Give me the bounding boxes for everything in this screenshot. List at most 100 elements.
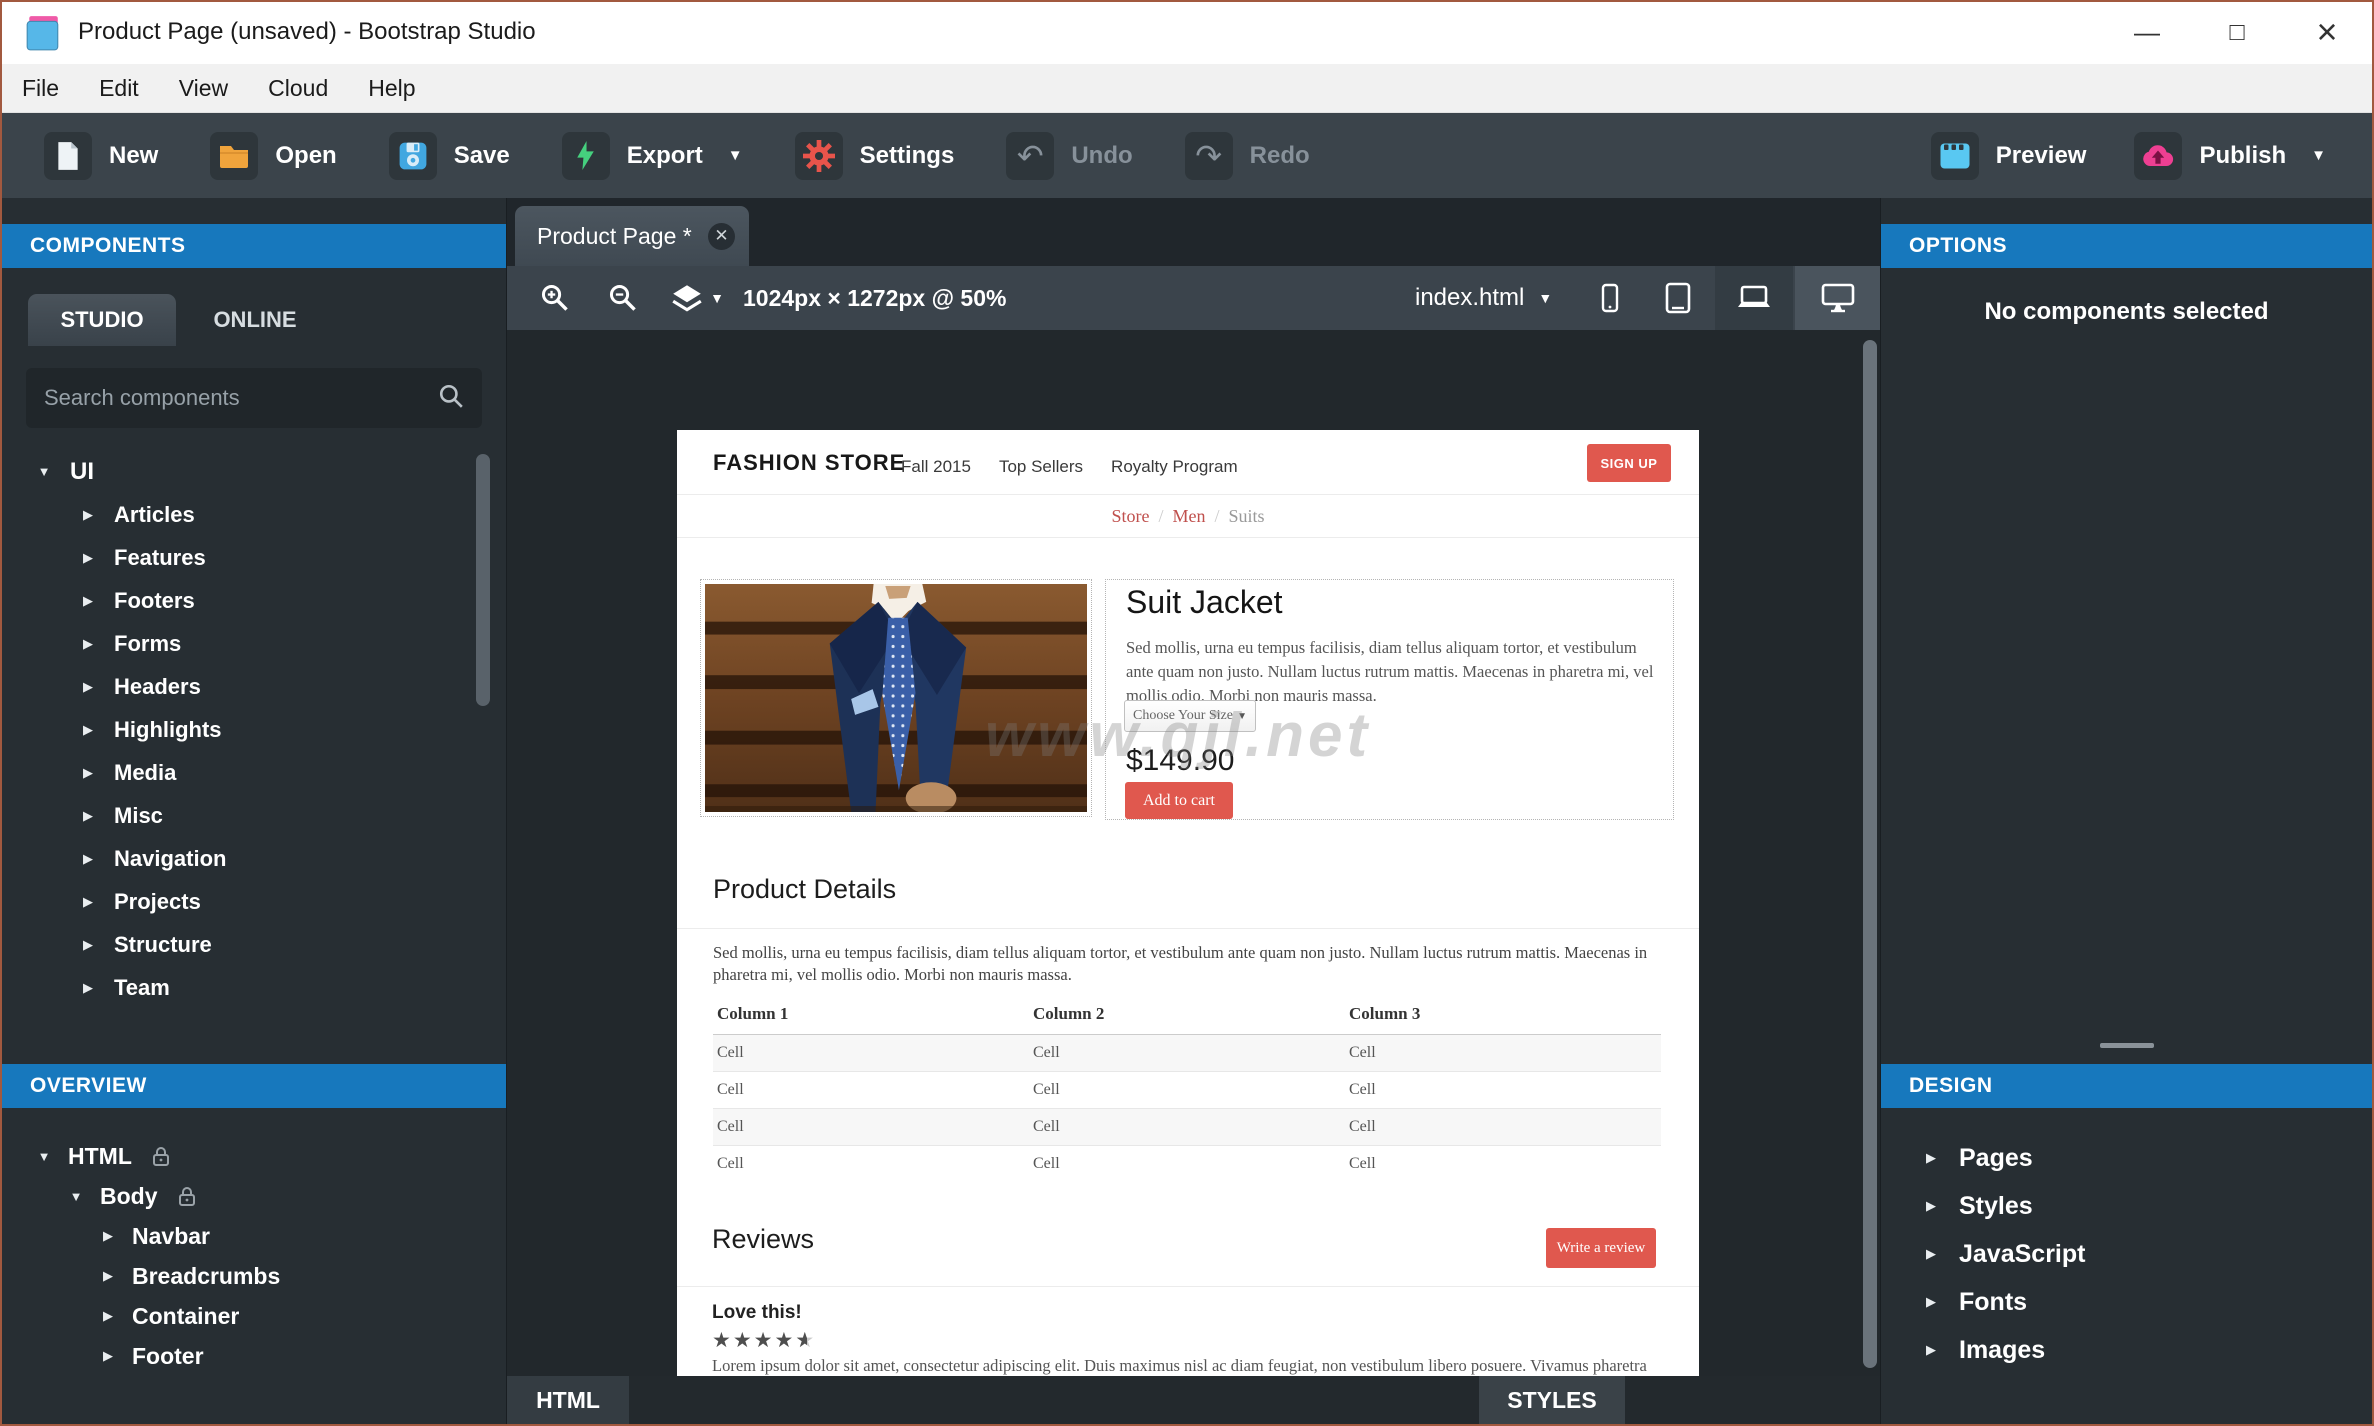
- components-tree-item[interactable]: ▶Features: [2, 536, 472, 579]
- close-button[interactable]: ×: [2290, 2, 2364, 62]
- chevron-right-icon: ▶: [80, 679, 96, 695]
- overview-tree: ▼HTML▼Body▶Navbar▶Breadcrumbs▶Container▶…: [2, 1136, 506, 1376]
- device-phone-button[interactable]: [1579, 266, 1641, 330]
- overview-item[interactable]: ▶Container: [2, 1296, 506, 1336]
- chevron-right-icon: ▶: [80, 507, 96, 523]
- components-tree-item[interactable]: ▶Team: [2, 966, 472, 1009]
- device-laptop-button[interactable]: [1715, 266, 1793, 330]
- components-tree-item[interactable]: ▶Footers: [2, 579, 472, 622]
- chevron-right-icon: ▶: [80, 636, 96, 652]
- canvas-scrollbar[interactable]: [1863, 340, 1877, 1368]
- zoom-out-button[interactable]: [601, 266, 645, 330]
- tab-online[interactable]: ONLINE: [194, 294, 316, 346]
- table-cell: Cell: [713, 1035, 1029, 1072]
- search-input[interactable]: Search components: [26, 368, 482, 428]
- chevron-down-icon: ▼: [2311, 147, 2326, 164]
- page-nav-link[interactable]: Royalty Program: [1111, 457, 1238, 477]
- page-nav-link[interactable]: Fall 2015: [901, 457, 971, 477]
- preview-button[interactable]: Preview: [1931, 132, 2087, 180]
- layers-button[interactable]: [665, 266, 709, 330]
- design-item-pages[interactable]: ▶Pages: [1881, 1134, 2372, 1182]
- device-desktop-button[interactable]: [1795, 266, 1880, 330]
- open-button[interactable]: Open: [210, 132, 336, 180]
- table-row: CellCellCell: [713, 1109, 1661, 1146]
- html-editor-button[interactable]: HTML: [507, 1376, 629, 1424]
- chevron-right-icon: ▶: [100, 1228, 116, 1244]
- bottom-bar: HTML STYLES: [507, 1376, 1880, 1424]
- product-title: Suit Jacket: [1126, 584, 1283, 621]
- overview-item[interactable]: ▶Breadcrumbs: [2, 1256, 506, 1296]
- design-canvas[interactable]: FASHION STORE Fall 2015 Top Sellers Royalt…: [507, 330, 1880, 1376]
- design-item-styles[interactable]: ▶Styles: [1881, 1182, 2372, 1230]
- components-panel: COMPONENTS STUDIO ONLINE Search componen…: [2, 198, 507, 1424]
- menu-item-edit[interactable]: Edit: [99, 75, 139, 102]
- new-button[interactable]: New: [44, 132, 158, 180]
- document-tab[interactable]: Product Page * ✕: [515, 206, 749, 266]
- styles-editor-button[interactable]: STYLES: [1479, 1376, 1625, 1424]
- design-item-javascript[interactable]: ▶JavaScript: [1881, 1230, 2372, 1278]
- components-tree-item[interactable]: ▶Media: [2, 751, 472, 794]
- components-tree-item[interactable]: ▶Projects: [2, 880, 472, 923]
- components-tree-item[interactable]: ▶Articles: [2, 493, 472, 536]
- add-to-cart-button[interactable]: Add to cart: [1125, 782, 1233, 819]
- menu-item-file[interactable]: File: [22, 75, 59, 102]
- search-icon: [438, 383, 464, 414]
- components-scrollbar[interactable]: [476, 454, 490, 706]
- reviews-heading: Reviews: [712, 1224, 814, 1255]
- file-selector[interactable]: index.html ▼: [1415, 266, 1552, 330]
- components-tree-item[interactable]: ▶Headers: [2, 665, 472, 708]
- redo-button[interactable]: ↷ Redo: [1185, 132, 1310, 180]
- divider: [677, 494, 1699, 495]
- save-button[interactable]: Save: [389, 132, 510, 180]
- overview-item[interactable]: ▼HTML: [2, 1136, 506, 1176]
- chevron-right-icon: ▶: [100, 1308, 116, 1324]
- star-half-icon: ★★: [795, 1328, 816, 1353]
- design-item-fonts[interactable]: ▶Fonts: [1881, 1278, 2372, 1326]
- components-tree-item[interactable]: ▶Misc: [2, 794, 472, 837]
- components-tree-root[interactable]: ▼ UI: [2, 450, 472, 493]
- tab-close-icon[interactable]: ✕: [708, 223, 735, 250]
- settings-button[interactable]: Settings: [795, 132, 955, 180]
- menu-item-help[interactable]: Help: [368, 75, 415, 102]
- chevron-right-icon: ▶: [80, 808, 96, 824]
- cloud-upload-icon: [2134, 132, 2182, 180]
- chevron-down-icon: ▼: [36, 464, 52, 479]
- minimize-button[interactable]: —: [2110, 2, 2184, 62]
- zoom-in-button[interactable]: [533, 266, 577, 330]
- size-select[interactable]: Choose Your Size ▼: [1124, 700, 1256, 732]
- panel-resize-handle[interactable]: [2100, 1043, 2154, 1048]
- publish-button[interactable]: Publish ▼: [2134, 132, 2326, 180]
- table-cell: Cell: [1345, 1035, 1661, 1072]
- overview-item[interactable]: ▶Navbar: [2, 1216, 506, 1256]
- export-button[interactable]: Export ▼: [562, 132, 743, 180]
- write-review-button[interactable]: Write a review: [1546, 1228, 1656, 1268]
- menu-item-view[interactable]: View: [179, 75, 228, 102]
- components-tree-item[interactable]: ▶Highlights: [2, 708, 472, 751]
- menu-item-cloud[interactable]: Cloud: [268, 75, 328, 102]
- review-title: Love this!: [712, 1302, 802, 1324]
- star-full-icon: ★: [774, 1329, 795, 1352]
- search-placeholder: Search components: [44, 385, 438, 411]
- page-brand[interactable]: FASHION STORE: [713, 450, 905, 476]
- signup-button[interactable]: SIGN UP: [1587, 444, 1671, 482]
- device-tablet-button[interactable]: [1645, 266, 1711, 330]
- menu-bar: File Edit View Cloud Help: [2, 64, 2372, 113]
- undo-button[interactable]: ↶ Undo: [1006, 132, 1132, 180]
- overview-item[interactable]: ▼Body: [2, 1176, 506, 1216]
- tab-studio[interactable]: STUDIO: [28, 294, 176, 346]
- maximize-button[interactable]: □: [2200, 2, 2274, 62]
- design-item-images[interactable]: ▶Images: [1881, 1326, 2372, 1374]
- components-tree-item[interactable]: ▶Navigation: [2, 837, 472, 880]
- components-tree-item[interactable]: ▶Forms: [2, 622, 472, 665]
- breadcrumb-item[interactable]: Store: [1111, 506, 1149, 526]
- lock-icon: [152, 1146, 170, 1167]
- overview-panel-header: OVERVIEW: [2, 1064, 506, 1108]
- page-nav-link[interactable]: Top Sellers: [999, 457, 1083, 477]
- product-image[interactable]: [700, 579, 1092, 817]
- chevron-right-icon: ▶: [100, 1348, 116, 1364]
- product-info-block[interactable]: Suit Jacket Sed mollis, urna eu tempus f…: [1105, 579, 1674, 820]
- breadcrumb-item[interactable]: Men: [1172, 506, 1205, 526]
- chevron-down-icon[interactable]: ▼: [707, 266, 727, 330]
- overview-item[interactable]: ▶Footer: [2, 1336, 506, 1376]
- components-tree-item[interactable]: ▶Structure: [2, 923, 472, 966]
